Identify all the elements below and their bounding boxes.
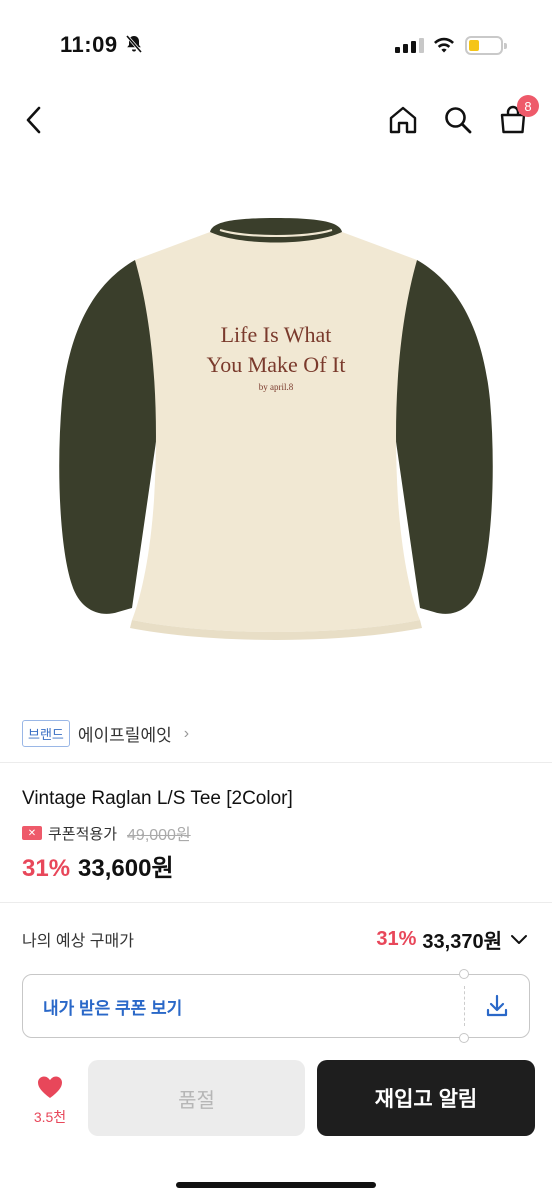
back-arrow-icon [26,106,41,134]
restock-alert-button[interactable]: 재입고 알림 [317,1060,535,1136]
wifi-icon [432,35,456,60]
expected-discount-rate: 31% [376,927,417,950]
like-count: 3.5천 [33,1109,67,1125]
sale-price: 33,600원 [78,855,174,882]
bottom-action-bar: 3.5천 품절 재입고 알림 [0,1058,552,1140]
coupon-download-button[interactable] [465,993,529,1019]
back-button[interactable] [14,100,54,140]
shirt-print-line-1: Life Is What [221,322,332,347]
status-bar: 11:09 [0,0,552,90]
my-coupons-button[interactable]: 내가 받은 쿠폰 보기 [22,969,530,1043]
coupon-price-row: ✕ 쿠폰적용가 49,000원 [22,821,191,845]
expected-price-row[interactable]: 나의 예상 구매가 31% 33,370원 [22,922,530,956]
chevron-right-icon: › [183,724,190,742]
home-indicator [176,1182,376,1188]
divider [0,762,552,763]
top-navigation: 8 [0,90,552,150]
my-coupons-label: 내가 받은 쿠폰 보기 [43,998,183,1018]
ticket-notch [459,1033,469,1043]
shirt-print-line-2: You Make Of It [207,352,346,377]
signal-icon [395,38,424,53]
discount-rate: 31% [22,855,71,882]
heart-icon [38,1076,62,1098]
soldout-button[interactable]: 품절 [88,1060,305,1136]
coupon-price-label: 쿠폰적용가 [48,825,118,843]
brand-link[interactable]: 브랜드 에이프릴에잇 › [22,720,189,747]
like-button[interactable]: 3.5천 [22,1074,78,1127]
expected-price-label: 나의 예상 구매가 [22,933,134,950]
status-time: 11:09 [60,32,118,57]
ticket-notch [459,969,469,979]
cart-button[interactable]: 8 [493,95,539,140]
price-row: 31% 33,600원 [22,848,174,883]
search-button[interactable] [438,100,478,140]
coupon-ticket-icon: ✕ [22,826,42,840]
home-icon [389,106,417,134]
bell-off-icon [124,34,144,59]
home-button[interactable] [383,100,423,140]
expected-price: 33,370원 [422,930,502,953]
chevron-down-icon[interactable] [508,928,530,950]
battery-icon [465,36,507,55]
product-image[interactable]: Life Is What You Make Of It by april.8 [40,200,512,660]
search-icon [445,107,472,134]
divider [0,902,552,903]
brand-tag: 브랜드 [22,720,70,747]
product-title: Vintage Raglan L/S Tee [2Color] [22,788,293,809]
shirt-print-line-3: by april.8 [259,382,294,392]
brand-name: 에이프릴에잇 [77,726,172,745]
cart-count-badge: 8 [517,95,539,117]
original-price: 49,000원 [127,827,191,844]
download-icon [486,994,508,1017]
